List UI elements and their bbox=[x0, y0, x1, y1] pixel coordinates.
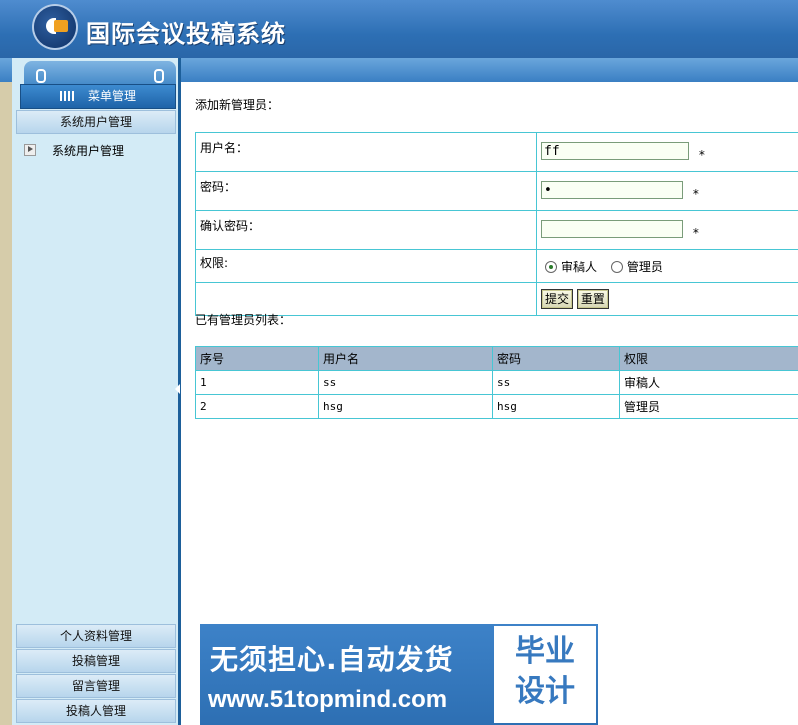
role-radio-admin[interactable] bbox=[610, 260, 623, 273]
sidebar: 菜单管理 系统用户管理 系统用户管理 个人资料管理 投稿管理 留言管理 投稿人管… bbox=[12, 58, 181, 725]
ring-hook-icon bbox=[154, 69, 164, 83]
admin-list-heading: 已有管理员列表： bbox=[195, 313, 292, 327]
sidebar-section-system-users[interactable]: 系统用户管理 bbox=[16, 110, 176, 134]
grid-icon bbox=[59, 91, 74, 101]
cell-username: hsg bbox=[318, 394, 493, 419]
cell-password: ss bbox=[492, 370, 620, 395]
ring-hook-icon bbox=[36, 69, 46, 83]
watermark-badge-line: 设计 bbox=[515, 674, 575, 709]
cell-password: hsg bbox=[492, 394, 620, 419]
username-label: 用户名： bbox=[195, 132, 537, 172]
app-title: 国际会议投稿系统 bbox=[86, 19, 286, 48]
sidebar-section-profile[interactable]: 个人资料管理 bbox=[16, 624, 176, 648]
admin-list-table: 序号 用户名 密码 权限 1 ss ss 审稿人 2 hsg hsg 管理员 bbox=[195, 346, 798, 419]
collapse-arrow-icon[interactable] bbox=[175, 384, 180, 394]
role-label: 权限: bbox=[195, 249, 537, 283]
watermark-banner: 无须担心.自动发货 www.51topmind.com 毕业 设计 bbox=[200, 624, 598, 725]
arrow-right-icon bbox=[24, 144, 36, 156]
column-header: 密码 bbox=[492, 346, 620, 371]
confirm-password-label: 确认密码： bbox=[195, 210, 537, 250]
sidebar-section-messages[interactable]: 留言管理 bbox=[16, 674, 176, 698]
role-radio-reviewer[interactable] bbox=[545, 260, 557, 273]
menu-header-label: 菜单管理 bbox=[87, 89, 136, 103]
confirm-password-input[interactable] bbox=[541, 220, 683, 239]
role-option-label: 管理员 bbox=[626, 259, 663, 274]
watermark-badge: 毕业 设计 bbox=[494, 626, 596, 723]
add-admin-form: 用户名： * 密码： * 确认密码： * 权限: 审稿人 管理员 bbox=[195, 132, 798, 316]
table-header-row: 序号 用户名 密码 权限 bbox=[195, 346, 798, 371]
column-header: 用户名 bbox=[318, 346, 493, 371]
required-mark: * bbox=[698, 147, 705, 162]
required-mark: * bbox=[692, 186, 699, 201]
sidebar-item-label: 系统用户管理 bbox=[52, 144, 125, 158]
password-label: 密码： bbox=[195, 171, 537, 211]
watermark-url: www.51topmind.com bbox=[208, 686, 448, 713]
mouse-cursor-icon bbox=[578, 254, 590, 268]
watermark-badge-line: 毕业 bbox=[515, 634, 575, 669]
required-mark: * bbox=[692, 225, 699, 240]
logo-icon bbox=[34, 6, 76, 48]
username-input[interactable] bbox=[541, 142, 689, 161]
form-heading: 添加新管理员： bbox=[195, 98, 280, 112]
app-header: 国际会议投稿系统 bbox=[0, 0, 798, 58]
cell-index: 2 bbox=[195, 394, 319, 419]
table-row: 1 ss ss 审稿人 bbox=[195, 370, 798, 395]
cell-index: 1 bbox=[195, 370, 319, 395]
cell-role: 管理员 bbox=[619, 394, 798, 419]
submit-button[interactable]: 提交 bbox=[541, 289, 574, 309]
watermark-text: 无须担心.自动发货 bbox=[210, 643, 454, 676]
table-row: 2 hsg hsg 管理员 bbox=[195, 394, 798, 419]
cell-role: 审稿人 bbox=[619, 370, 798, 395]
cell-username: ss bbox=[318, 370, 493, 395]
reset-button[interactable]: 重置 bbox=[576, 289, 609, 309]
column-header: 序号 bbox=[195, 346, 319, 371]
sidebar-item-system-users[interactable]: 系统用户管理 bbox=[24, 142, 124, 159]
window-left-edge bbox=[0, 0, 12, 725]
column-header: 权限 bbox=[619, 346, 798, 371]
sidebar-section-authors[interactable]: 投稿人管理 bbox=[16, 699, 176, 723]
sidebar-section-submissions[interactable]: 投稿管理 bbox=[16, 649, 176, 673]
password-input[interactable] bbox=[541, 181, 683, 200]
menu-header[interactable]: 菜单管理 bbox=[20, 84, 176, 109]
